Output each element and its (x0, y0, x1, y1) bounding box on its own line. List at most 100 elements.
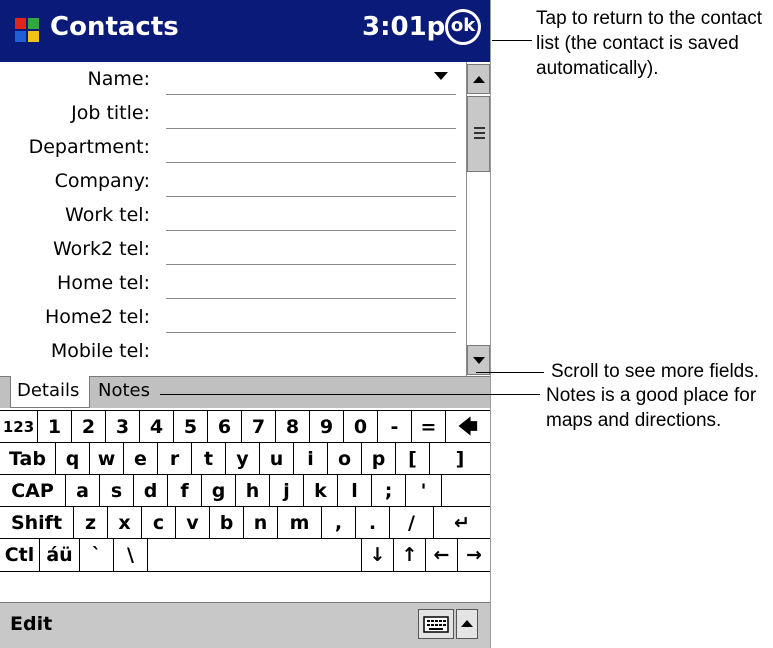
key[interactable]: c (142, 507, 176, 539)
key[interactable]: l (338, 475, 372, 507)
key[interactable]: 5 (174, 411, 208, 443)
field-home-tel[interactable]: Home tel: (0, 266, 466, 300)
field-work-tel[interactable]: Work tel: (0, 198, 466, 232)
key[interactable]: x (108, 507, 142, 539)
keyboard-row: Tab q w e r t y u i o p [ ] (0, 442, 490, 475)
arrow-right-key[interactable]: → (458, 539, 490, 571)
key[interactable]: u (260, 443, 294, 475)
key[interactable]: \ (114, 539, 148, 571)
home2-tel-input[interactable] (166, 332, 456, 333)
scroll-down-button[interactable] (467, 345, 490, 375)
vertical-scrollbar[interactable] (466, 62, 490, 376)
arrow-up-key[interactable]: ↑ (394, 539, 426, 571)
keyboard-row: 123 1 2 3 4 5 6 7 8 9 0 - = 🡄 (0, 410, 490, 443)
key-123[interactable]: 123 (0, 411, 38, 443)
space-bar[interactable] (148, 539, 362, 571)
field-label: Company: (54, 170, 150, 192)
tab-details[interactable]: Details (10, 376, 90, 408)
field-company[interactable]: Company: (0, 164, 466, 198)
key[interactable]: ' (406, 475, 442, 507)
key[interactable]: s (100, 475, 134, 507)
key[interactable]: o (328, 443, 362, 475)
key-ctrl[interactable]: Ctl (0, 539, 40, 571)
grip-icon (474, 127, 485, 129)
company-input[interactable] (166, 196, 456, 197)
tab-strip: Details Notes (0, 376, 490, 408)
key[interactable]: e (124, 443, 158, 475)
key[interactable]: f (168, 475, 202, 507)
key[interactable]: i (294, 443, 328, 475)
home-tel-input[interactable] (166, 298, 456, 299)
key[interactable]: v (176, 507, 210, 539)
callout-line-text: Notes is a good place for (546, 385, 757, 406)
chevron-down-icon[interactable] (434, 72, 448, 80)
key[interactable]: ; (372, 475, 406, 507)
key[interactable]: , (322, 507, 356, 539)
key[interactable]: 3 (106, 411, 140, 443)
key[interactable]: m (278, 507, 322, 539)
key[interactable]: p (362, 443, 396, 475)
key[interactable]: d (134, 475, 168, 507)
key[interactable]: w (90, 443, 124, 475)
key[interactable]: = (412, 411, 446, 443)
key[interactable]: j (270, 475, 304, 507)
key[interactable]: / (390, 507, 434, 539)
field-work2-tel[interactable]: Work2 tel: (0, 232, 466, 266)
department-input[interactable] (166, 162, 456, 163)
key-shift[interactable]: Shift (0, 507, 74, 539)
key[interactable]: 7 (242, 411, 276, 443)
key[interactable]: z (74, 507, 108, 539)
key[interactable]: g (202, 475, 236, 507)
key[interactable]: a (66, 475, 100, 507)
backspace-key[interactable]: 🡄 (446, 411, 490, 443)
scroll-up-button[interactable] (467, 64, 490, 94)
work2-tel-input[interactable] (166, 264, 456, 265)
edit-menu[interactable]: Edit (10, 613, 52, 635)
key[interactable]: 6 (208, 411, 242, 443)
key[interactable]: 8 (276, 411, 310, 443)
field-home2-tel[interactable]: Home2 tel: (0, 300, 466, 334)
key[interactable]: y (226, 443, 260, 475)
key[interactable]: h (236, 475, 270, 507)
keyboard-icon[interactable] (418, 609, 454, 639)
windows-start-icon[interactable] (12, 15, 42, 45)
ok-button[interactable]: ok (445, 9, 481, 45)
key[interactable]: ] (430, 443, 490, 475)
work-tel-input[interactable] (166, 230, 456, 231)
enter-key[interactable]: ↵ (434, 507, 490, 539)
clock[interactable]: 3:01p (362, 12, 445, 42)
field-label: Mobile tel: (50, 340, 150, 362)
key[interactable]: [ (396, 443, 430, 475)
scroll-thumb[interactable] (467, 96, 490, 172)
key[interactable]: t (192, 443, 226, 475)
field-mobile-tel[interactable]: Mobile tel: (0, 334, 466, 368)
arrow-down-key[interactable]: ↓ (362, 539, 394, 571)
input-selector-arrow-icon[interactable] (456, 609, 478, 639)
job-title-input[interactable] (166, 128, 456, 129)
key[interactable]: r (158, 443, 192, 475)
key[interactable]: b (210, 507, 244, 539)
key-caps[interactable]: CAP (0, 475, 66, 507)
name-input[interactable] (166, 94, 456, 95)
field-department[interactable]: Department: (0, 130, 466, 164)
key-tab[interactable]: Tab (0, 443, 56, 475)
key-international[interactable]: áü (40, 539, 80, 571)
tab-notes[interactable]: Notes (92, 376, 172, 408)
key[interactable]: 1 (38, 411, 72, 443)
key[interactable]: 9 (310, 411, 344, 443)
field-job-title[interactable]: Job title: (0, 96, 466, 130)
key[interactable]: n (244, 507, 278, 539)
key[interactable]: 2 (72, 411, 106, 443)
arrow-left-key[interactable]: ← (426, 539, 458, 571)
key[interactable]: - (378, 411, 412, 443)
grip-icon (474, 132, 485, 134)
key[interactable]: q (56, 443, 90, 475)
key[interactable]: ` (80, 539, 114, 571)
key[interactable]: . (356, 507, 390, 539)
key[interactable]: 4 (140, 411, 174, 443)
contact-form: Name: Job title: Department: Company: Wo… (0, 62, 466, 376)
key[interactable]: k (304, 475, 338, 507)
field-label: Name: (87, 68, 150, 90)
key[interactable]: 0 (344, 411, 378, 443)
field-name[interactable]: Name: (0, 62, 466, 96)
